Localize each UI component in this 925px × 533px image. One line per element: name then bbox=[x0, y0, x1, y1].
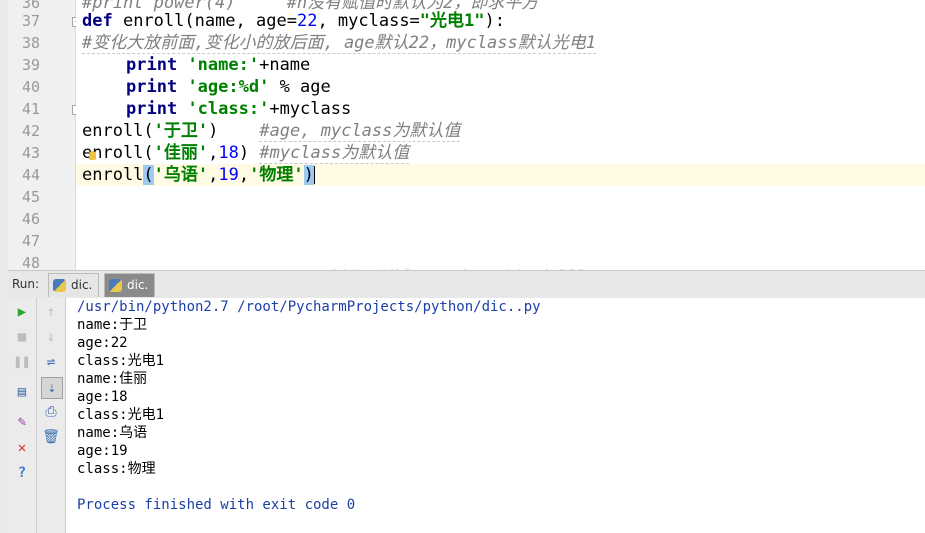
string-literal: '佳丽' bbox=[153, 143, 209, 163]
console-output-line: class:物理 bbox=[77, 461, 156, 477]
code-text: enroll( bbox=[82, 121, 154, 141]
line-number: 38 bbox=[21, 34, 40, 52]
intention-bulb-icon[interactable] bbox=[89, 151, 96, 160]
pin-icon[interactable]: ✎ bbox=[12, 412, 32, 432]
string-literal: '乌语' bbox=[153, 165, 209, 185]
console-exit-message: Process finished with exit code 0 bbox=[77, 497, 356, 513]
run-tab-label: dic. bbox=[71, 278, 93, 292]
console-output-line: class:光电1 bbox=[77, 353, 165, 369]
line-number: 43 bbox=[21, 144, 40, 162]
line-number: 37 bbox=[21, 12, 40, 30]
run-tab-label: dic. bbox=[127, 278, 149, 292]
line-number: 39 bbox=[21, 56, 40, 74]
run-label: Run: bbox=[12, 277, 40, 291]
string-literal: 'age:%d' bbox=[187, 77, 270, 97]
pause-icon[interactable]: ❚❚ bbox=[12, 352, 32, 372]
code-line-42: enroll('于卫') #age, myclass为默认值 bbox=[82, 120, 461, 142]
trash-icon[interactable]: 🗑 bbox=[41, 427, 61, 447]
up-arrow-icon[interactable]: ↑ bbox=[41, 302, 61, 322]
keyword: print bbox=[126, 77, 178, 97]
console-output-line: age:18 bbox=[77, 389, 128, 405]
console-output-line: class:光电1 bbox=[77, 407, 165, 423]
down-arrow-icon[interactable]: ↓ bbox=[41, 327, 61, 347]
number-literal: 18 bbox=[218, 143, 239, 163]
string-literal: "光电1" bbox=[419, 11, 485, 31]
python-file-icon bbox=[53, 279, 66, 292]
code-text: +myclass bbox=[269, 99, 352, 119]
run-tab-dic-2[interactable]: dic. bbox=[104, 273, 156, 297]
console-output-line: name:乌语 bbox=[77, 425, 148, 441]
run-icon[interactable]: ▶ bbox=[12, 302, 32, 322]
console-output-line: age:22 bbox=[77, 335, 128, 351]
string-literal: 'class:' bbox=[187, 99, 270, 119]
line-number: 42 bbox=[21, 122, 40, 140]
text-caret bbox=[313, 166, 315, 184]
code-text: ) bbox=[238, 143, 260, 163]
soft-wrap-icon[interactable]: ⇌ bbox=[41, 352, 61, 372]
line-number: 45 bbox=[21, 188, 40, 206]
console-output-line: age:19 bbox=[77, 443, 128, 459]
string-literal: 'name:' bbox=[187, 55, 260, 75]
code-text: % age bbox=[269, 77, 331, 97]
code-line-37: def enroll(name, age=22, myclass="光电1"): bbox=[82, 10, 505, 32]
number-literal: 19 bbox=[218, 165, 239, 185]
code-text: ) bbox=[208, 121, 260, 141]
code-line-44: enroll('乌语',19,'物理') bbox=[82, 164, 315, 186]
bracket-match-close: ) bbox=[303, 165, 314, 185]
layout-icon[interactable]: ▤ bbox=[12, 382, 32, 402]
bracket-match-open: ( bbox=[143, 165, 154, 185]
run-tab-dic-1[interactable]: dic. bbox=[48, 273, 100, 297]
code-text: , bbox=[238, 165, 250, 185]
line-number: 44 bbox=[21, 166, 40, 184]
console-output-line: name:佳丽 bbox=[77, 371, 148, 387]
keyword: print bbox=[126, 99, 178, 119]
comment-text: #myclass为默认值 bbox=[259, 143, 410, 164]
scroll-to-end-icon[interactable]: ⇣ bbox=[41, 377, 63, 399]
run-tool-bar: Run: dic. dic. bbox=[8, 270, 925, 299]
code-line-38: #变化大放前面,变化小的放后面, age默认22，myclass默认光电1 bbox=[82, 32, 596, 54]
comment-text: #变化大放前面,变化小的放后面, age默认22，myclass默认光电1 bbox=[82, 33, 596, 54]
code-text: , myclass= bbox=[317, 11, 420, 31]
code-text: , bbox=[208, 143, 219, 163]
keyword: print bbox=[126, 55, 178, 75]
line-number: 41 bbox=[21, 100, 40, 118]
code-text: , bbox=[208, 165, 219, 185]
run-toolbar-secondary: ↑ ↓ ⇌ ⇣ ⎙ 🗑 bbox=[37, 298, 66, 533]
line-number: 47 bbox=[21, 232, 40, 250]
string-literal: '物理' bbox=[249, 165, 304, 185]
line-number: 46 bbox=[21, 210, 40, 228]
code-line-41: print 'class:'+myclass bbox=[126, 98, 351, 120]
console-output[interactable]: /usr/bin/python2.7 /root/PycharmProjects… bbox=[66, 298, 925, 533]
python-file-icon bbox=[109, 279, 122, 292]
code-text: enroll bbox=[82, 165, 144, 185]
code-line-40: print 'age:%d' % age bbox=[126, 76, 331, 98]
code-line-39: print 'name:'+name bbox=[126, 54, 310, 76]
line-number: 40 bbox=[21, 78, 40, 96]
code-text: enroll(name, age= bbox=[112, 11, 297, 31]
help-icon[interactable]: ? bbox=[12, 463, 32, 483]
console-output-line: name:于卫 bbox=[77, 317, 148, 333]
code-line-43: enroll('佳丽',18) #myclass为默认值 bbox=[82, 142, 410, 164]
code-editor[interactable]: #print power(4) #n没有赋值时默认为2，即求平方 def enr… bbox=[76, 0, 925, 270]
number-literal: 22 bbox=[296, 11, 318, 31]
stop-icon[interactable]: ■ bbox=[12, 327, 32, 347]
line-number-gutter: 36 37 38 39 40 41 42 43 44 45 46 47 48 − bbox=[8, 0, 82, 272]
comment-text: #age, myclass为默认值 bbox=[259, 121, 461, 142]
console-command-line: /usr/bin/python2.7 /root/PycharmProjects… bbox=[77, 299, 541, 315]
code-text: ): bbox=[484, 11, 505, 31]
print-icon[interactable]: ⎙ bbox=[41, 402, 61, 422]
code-text: +name bbox=[259, 55, 311, 75]
keyword: def bbox=[82, 11, 113, 31]
close-icon[interactable]: ✕ bbox=[12, 438, 32, 458]
run-toolbar-primary: ▶ ■ ❚❚ ▤ ✎ ✕ ? bbox=[8, 298, 37, 533]
string-literal: '于卫' bbox=[153, 121, 209, 141]
